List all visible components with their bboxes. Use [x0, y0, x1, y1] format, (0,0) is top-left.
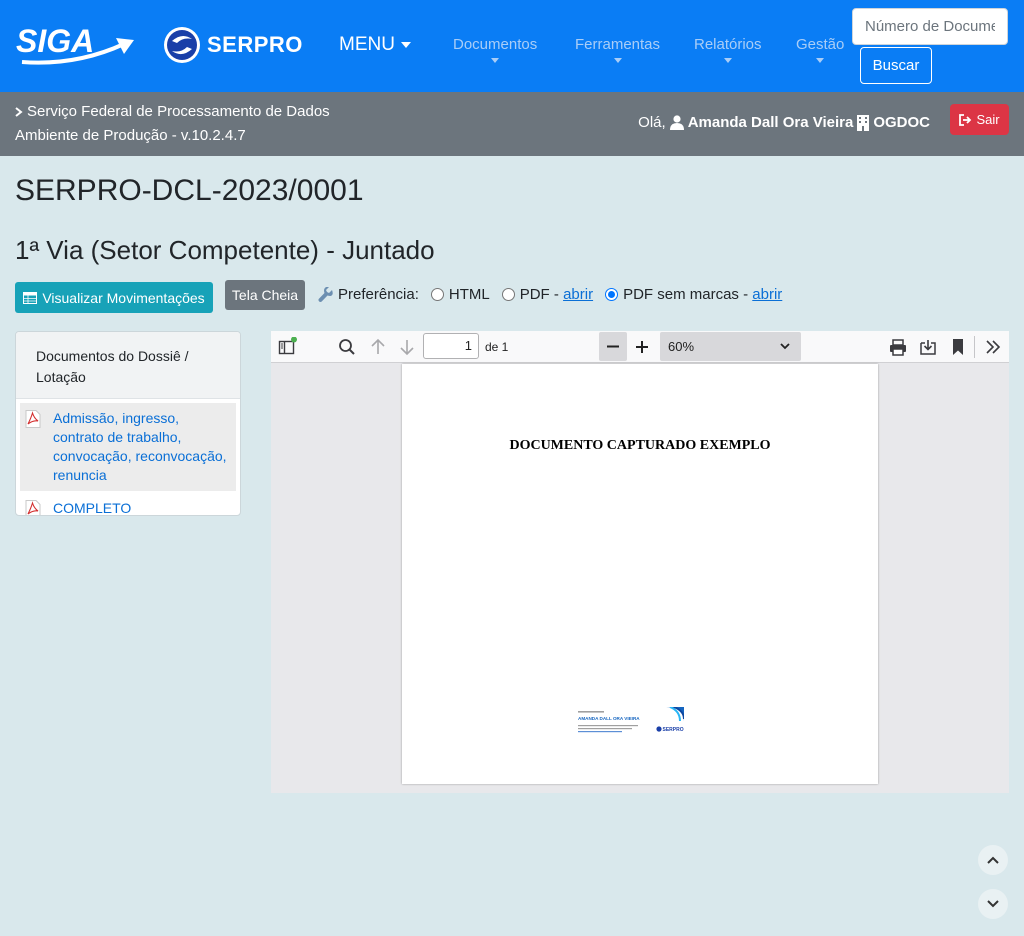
user-icon: [669, 115, 684, 130]
nav-label: Documentos: [453, 36, 538, 53]
preference-label: Preferência:: [338, 286, 419, 303]
sign-out-icon: [959, 113, 972, 126]
chevron-down-icon: [780, 343, 790, 350]
building-icon: [857, 114, 870, 131]
more-tools-icon[interactable]: [983, 337, 1003, 357]
info-bar: Serviço Federal de Processamento de Dado…: [0, 92, 1024, 156]
page-count: de 1: [485, 340, 509, 354]
caret-down-icon: [400, 42, 411, 48]
option-pdf-no-marks-label[interactable]: PDF sem marcas -: [623, 286, 748, 303]
previous-page-icon[interactable]: [368, 337, 388, 357]
zoom-value: 60%: [668, 339, 695, 354]
pdf-viewer: 1 de 1 60% DOCUMENTO CAPTURADO EXEMPLO A…: [271, 331, 1009, 793]
dossier-documents-panel: Documentos do Dossiê / Lotação Admissão,…: [15, 331, 241, 516]
siga-logo-text: SIGA: [16, 23, 94, 59]
unit-name[interactable]: OGDOC: [873, 114, 930, 131]
top-navbar: SIGA SERPRO MENU Documentos Ferramentas …: [0, 0, 1024, 92]
nav-label: Gestão: [796, 36, 845, 53]
next-page-icon[interactable]: [397, 337, 417, 357]
sidebar-toggle-icon[interactable]: [277, 336, 297, 357]
signature-stamp: AMANDA DALL ORA VIEIRA SERPRO: [574, 706, 685, 737]
via-title: 1ª Via (Setor Competente) - Juntado: [15, 235, 435, 265]
document-search-input[interactable]: [852, 8, 1008, 45]
sidebar-item-admissao[interactable]: Admissão, ingresso, contrato de trabalho…: [20, 403, 236, 491]
search-button[interactable]: Buscar: [860, 47, 932, 84]
table-icon: [23, 291, 38, 304]
main-menu-button[interactable]: MENU: [339, 34, 411, 56]
user-info: Olá, Amanda Dall Ora Vieira OGDOC: [638, 114, 930, 131]
scroll-down-button[interactable]: [978, 889, 1008, 919]
organization-line: Serviço Federal de Processamento de Dado…: [15, 103, 330, 120]
view-movements-button[interactable]: Visualizar Movimentações: [15, 282, 213, 313]
greeting: Olá,: [638, 114, 666, 131]
radio-pdf[interactable]: [501, 288, 515, 301]
bookmark-icon[interactable]: [948, 337, 968, 357]
pdf-icon: [25, 500, 41, 515]
page-heading: DOCUMENTO CAPTURADO EXEMPLO: [509, 438, 771, 453]
user-name[interactable]: Amanda Dall Ora Vieira: [688, 114, 854, 131]
view-movements-label: Visualizar Movimentações: [42, 289, 205, 306]
nav-label: Ferramentas: [575, 36, 661, 53]
panel-header: Documentos do Dossiê / Lotação: [16, 332, 240, 399]
minus-icon: [607, 345, 619, 348]
pdf-page: DOCUMENTO CAPTURADO EXEMPLO AMANDA DALL …: [402, 364, 878, 784]
chevron-up-icon: [987, 856, 999, 864]
serpro-emblem-icon: [164, 27, 200, 63]
wrench-icon: [318, 286, 333, 302]
environment-version: Ambiente de Produção - v.10.2.4.7: [15, 127, 246, 144]
toolbar-separator: [974, 336, 975, 358]
sidebar-item-completo[interactable]: COMPLETO: [16, 493, 240, 516]
organization-name: Serviço Federal de Processamento de Dado…: [27, 103, 330, 120]
sidebar-item-label: Admissão, ingresso, contrato de trabalho…: [53, 410, 227, 483]
logout-label: Sair: [976, 112, 1000, 127]
fullscreen-button[interactable]: Tela Cheia: [225, 280, 305, 310]
radio-pdf-no-marks[interactable]: [605, 288, 619, 301]
option-pdf-label[interactable]: PDF -: [520, 286, 559, 303]
search-icon[interactable]: [337, 337, 357, 357]
sidebar-item-label: COMPLETO: [53, 500, 132, 516]
nav-documentos[interactable]: Documentos: [453, 36, 537, 63]
pdf-toolbar: 1 de 1 60%: [271, 331, 1009, 363]
caret-down-icon: [613, 58, 622, 63]
preference-row: Preferência: HTML PDF - abrir PDF sem ma…: [318, 286, 782, 303]
radio-html[interactable]: [430, 288, 444, 301]
stamp-name: AMANDA DALL ORA VIEIRA: [578, 716, 640, 721]
stamp-brand: SERPRO: [663, 727, 684, 733]
siga-logo[interactable]: SIGA: [16, 22, 136, 66]
serpro-logo-text: SERPRO: [207, 32, 303, 57]
zoom-select[interactable]: 60%: [660, 332, 801, 361]
nav-relatorios[interactable]: Relatórios: [694, 36, 762, 63]
pdf-open-link[interactable]: abrir: [563, 286, 593, 303]
chevron-right-icon: [15, 106, 23, 117]
scroll-up-button[interactable]: [978, 845, 1008, 875]
zoom-in-button[interactable]: [632, 337, 652, 357]
pdf-icon: [25, 410, 41, 428]
download-icon[interactable]: [918, 337, 938, 357]
caret-down-icon: [491, 58, 500, 63]
chevron-down-icon: [987, 900, 999, 908]
option-html-label[interactable]: HTML: [449, 286, 490, 303]
logout-button[interactable]: Sair: [950, 104, 1009, 135]
nav-label: Relatórios: [694, 36, 762, 53]
caret-down-icon: [816, 58, 825, 63]
pdf-no-marks-open-link[interactable]: abrir: [752, 286, 782, 303]
serpro-logo[interactable]: SERPRO: [163, 26, 303, 64]
caret-down-icon: [723, 58, 732, 63]
nav-ferramentas[interactable]: Ferramentas: [575, 36, 660, 63]
document-code: SERPRO-DCL-2023/0001: [15, 174, 364, 207]
menu-label: MENU: [339, 34, 395, 55]
page-number-input[interactable]: 1: [423, 333, 479, 359]
zoom-out-button[interactable]: [599, 332, 627, 361]
nav-gestao[interactable]: Gestão: [796, 36, 844, 63]
print-icon[interactable]: [888, 337, 908, 357]
plus-icon: [636, 341, 648, 353]
